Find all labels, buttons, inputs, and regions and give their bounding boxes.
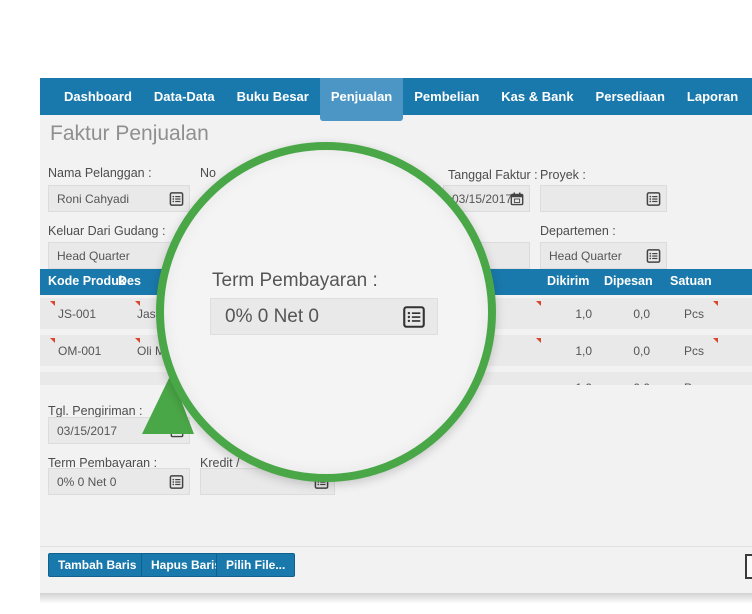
nav-item-laporan[interactable]: Laporan [676, 78, 749, 115]
invoice-no-label: No [200, 166, 216, 180]
nav-item-buku-besar[interactable]: Buku Besar [226, 78, 320, 115]
payment-term-field[interactable]: 0% 0 Net 0 [48, 468, 190, 495]
department-field[interactable]: Head Quarter [540, 242, 667, 269]
dirty-cell-marker [50, 301, 55, 306]
pick-file-button[interactable]: Pilih File... [216, 553, 296, 577]
magnified-payment-term-value: 0% 0 Net 0 [225, 305, 319, 327]
customer-field[interactable]: Roni Cahyadi [48, 185, 190, 212]
page-title: Faktur Penjualan [50, 122, 209, 145]
payment-term-value: 0% 0 Net 0 [57, 474, 117, 489]
col-dipesan: Dipesan [604, 274, 653, 288]
list-picker-icon[interactable] [169, 474, 184, 489]
cell-satuan[interactable]: Pcs [684, 381, 704, 385]
cell-kode[interactable]: JS-001 [58, 307, 96, 321]
department-value: Head Quarter [549, 248, 622, 263]
calendar-icon[interactable] [510, 192, 524, 206]
dirty-cell-marker [713, 338, 718, 343]
dirty-cell-marker [536, 301, 541, 306]
footer-divider [40, 546, 752, 547]
col-satuan: Satuan [670, 274, 712, 288]
cell-satuan[interactable]: Pcs [684, 307, 704, 321]
list-picker-icon[interactable] [646, 191, 661, 206]
dirty-cell-marker [135, 338, 140, 343]
col-dikirim: Dikirim [547, 274, 590, 288]
cell-dikirim[interactable]: 1,0 [532, 381, 592, 385]
nav-item-data-data[interactable]: Data-Data [143, 78, 226, 115]
magnified-payment-term-field: 0% 0 Net 0 [210, 298, 438, 335]
warehouse-value: Head Quarter [57, 248, 130, 263]
department-label: Departemen : [540, 224, 616, 238]
invoice-date-label: Tanggal Faktur : [448, 168, 538, 182]
warehouse-label: Keluar Dari Gudang : [48, 224, 166, 238]
cell-satuan[interactable]: Pcs [684, 344, 704, 358]
list-picker-icon[interactable] [169, 191, 184, 206]
dirty-cell-marker [713, 301, 718, 306]
customer-label: Nama Pelanggan : [48, 166, 152, 180]
project-field[interactable] [540, 185, 667, 212]
invoice-date-value: 03/15/2017 [452, 191, 513, 206]
nav-item-pembelian[interactable]: Pembelian [403, 78, 490, 115]
delivery-date-label: Tgl. Pengiriman : [48, 404, 143, 418]
customer-value: Roni Cahyadi [57, 191, 130, 206]
dirty-cell-marker [135, 301, 140, 306]
nav-item-kas-bank[interactable]: Kas & Bank [490, 78, 584, 115]
cell-kode[interactable]: OM-001 [58, 344, 101, 358]
partial-icon [745, 554, 752, 579]
dirty-cell-marker [536, 338, 541, 343]
delivery-date-value: 03/15/2017 [57, 423, 118, 438]
dirty-cell-marker [50, 338, 55, 343]
nav-item-persediaan[interactable]: Persediaan [585, 78, 676, 115]
list-picker-icon [402, 305, 426, 329]
app-window: Dashboard Data-Data Buku Besar Penjualan… [40, 78, 752, 593]
cell-dipesan[interactable]: 0,0 [590, 307, 650, 321]
magnified-payment-term-label: Term Pembayaran : [212, 270, 378, 291]
list-picker-icon[interactable] [646, 248, 661, 263]
cell-dipesan[interactable]: 0,0 [590, 381, 650, 385]
cell-dikirim[interactable]: 1,0 [532, 344, 592, 358]
cell-dikirim[interactable]: 1,0 [532, 307, 592, 321]
nav-item-penjualan[interactable]: Penjualan [319, 78, 404, 121]
project-label: Proyek : [540, 168, 586, 182]
magnifier-circle: Term Pembayaran : 0% 0 Net 0 [156, 142, 496, 482]
col-kode-produk: Kode Produk [48, 274, 126, 288]
add-row-button[interactable]: Tambah Baris [48, 553, 147, 577]
col-deskripsi: Des [118, 274, 141, 288]
cell-dipesan[interactable]: 0,0 [590, 344, 650, 358]
top-nav: Dashboard Data-Data Buku Besar Penjualan… [40, 78, 752, 121]
window-bottom-shadow [40, 593, 752, 604]
nav-item-dashboard[interactable]: Dashboard [53, 78, 143, 115]
